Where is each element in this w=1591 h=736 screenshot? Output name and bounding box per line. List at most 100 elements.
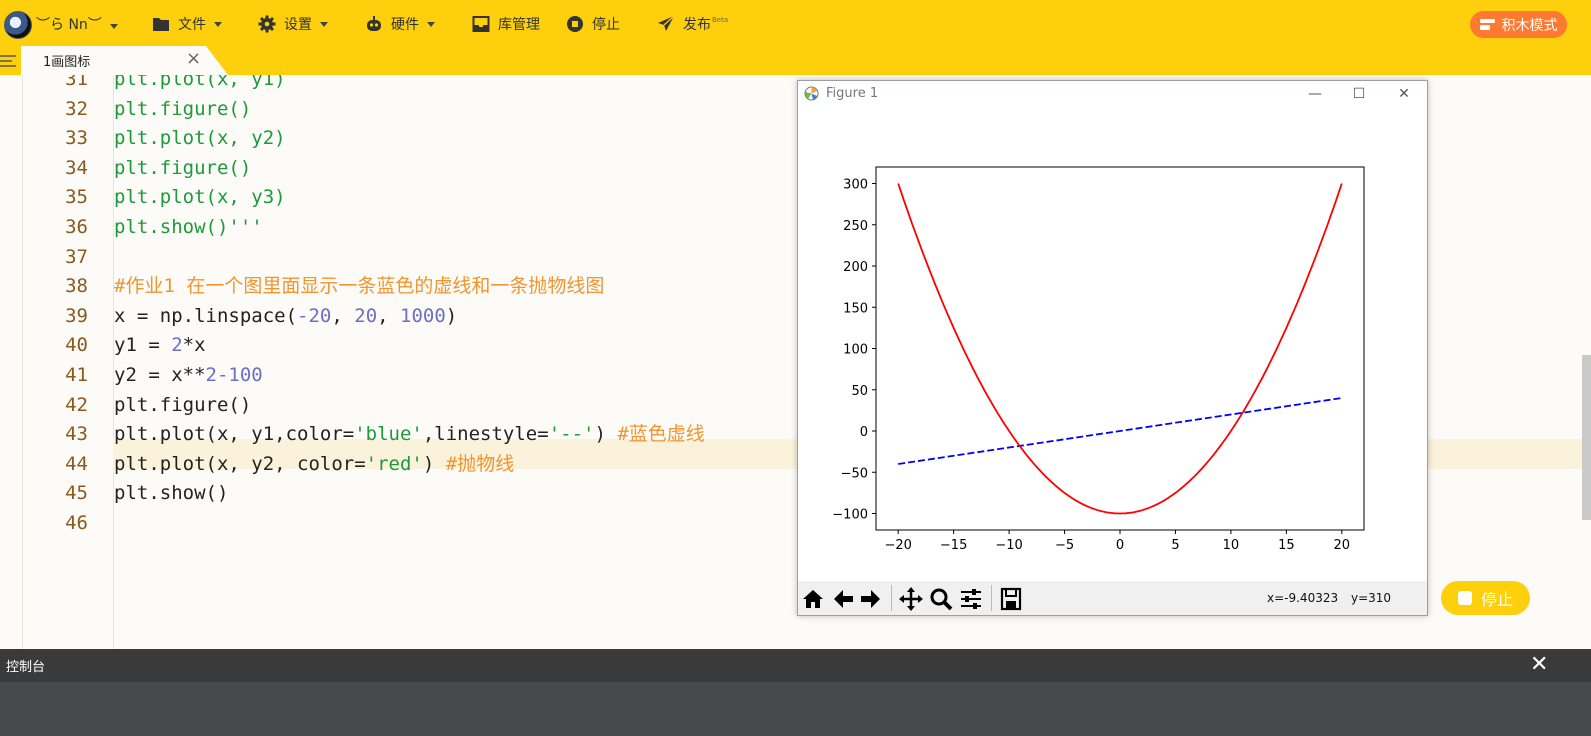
- library-icon: [472, 16, 490, 32]
- tab-file-label: 1画图标: [43, 55, 91, 70]
- configure-subplots-icon[interactable]: [958, 586, 984, 612]
- menu-library-label: 库管理: [498, 17, 540, 33]
- beta-badge: Beta: [712, 16, 729, 24]
- gear-icon: [258, 15, 276, 33]
- figure-window[interactable]: Figure 1 — ☐ ✕ −20 −15 −10 −5 0 5 10 15 20 −100 −5…: [797, 80, 1428, 616]
- code-text: plt.plot(x, y2, color='red') #抛物线: [114, 452, 515, 475]
- tab-bar: 1画图标 ×: [0, 46, 1591, 75]
- chevron-down-icon: [214, 21, 222, 27]
- plot-area[interactable]: −20 −15 −10 −5 0 5 10 15 20−100−5005010015020025…: [798, 108, 1427, 582]
- chevron-down-icon: [427, 21, 435, 27]
- code-text: plt.plot(x, y2): [114, 127, 286, 150]
- tab-file[interactable]: 1画图标 ×: [21, 46, 228, 75]
- x-tick-label: 15: [1278, 538, 1295, 553]
- menu-hardware[interactable]: 硬件: [365, 14, 435, 34]
- y-tick-label: 250: [843, 219, 868, 234]
- close-icon[interactable]: ✕: [1389, 83, 1419, 105]
- y-tick-label: 100: [843, 343, 868, 358]
- line-number: 33: [65, 127, 88, 150]
- x-tick-label: 10: [1223, 538, 1240, 553]
- send-icon: [658, 15, 675, 31]
- figure-titlebar[interactable]: Figure 1 — ☐ ✕: [798, 81, 1427, 108]
- chevron-down-icon: [109, 24, 118, 29]
- line-number: 39: [65, 304, 88, 327]
- minimize-icon[interactable]: —: [1300, 83, 1330, 105]
- line-number: 44: [65, 452, 88, 475]
- menu-publish-label: 发布: [683, 17, 711, 33]
- stop-square-icon: [1457, 591, 1472, 605]
- chevron-down-icon: [320, 21, 328, 27]
- x-tick-label: 20: [1334, 538, 1351, 553]
- menu-stop[interactable]: 停止: [566, 14, 620, 34]
- blocks-mode-button[interactable]: 积木模式: [1470, 11, 1567, 38]
- forward-arrow-icon[interactable]: [858, 586, 884, 612]
- line-number: 43: [65, 423, 88, 446]
- menu-publish[interactable]: 发布 Beta: [657, 14, 728, 34]
- matplotlib-logo-icon: [804, 86, 819, 101]
- x-tick-label: −10: [995, 538, 1022, 553]
- folder-icon: [153, 18, 169, 31]
- line-number: 32: [65, 97, 88, 120]
- stop-run-button[interactable]: 停止: [1441, 581, 1530, 615]
- menu-library[interactable]: 库管理: [472, 14, 540, 34]
- avatar[interactable]: [4, 11, 32, 39]
- toolbar-separator: [891, 585, 892, 611]
- line-number: 35: [65, 186, 88, 209]
- code-text: plt.show()''': [114, 216, 263, 238]
- code-text: plt.figure(): [114, 97, 252, 120]
- code-text: plt.plot(x, y1): [114, 75, 286, 90]
- menu-settings[interactable]: 设置: [258, 14, 328, 34]
- x-tick-label: −20: [884, 538, 911, 553]
- blocks-icon: [1479, 19, 1495, 30]
- figure-title: Figure 1: [826, 86, 879, 101]
- zoom-icon[interactable]: [928, 586, 954, 612]
- cursor-x-readout: x=-9.40323: [1267, 591, 1339, 605]
- x-tick-label: 5: [1171, 538, 1179, 553]
- menu-file[interactable]: 文件: [152, 14, 222, 34]
- user-menu[interactable]: ︶ら Nn︶: [36, 14, 118, 34]
- console-header: 控制台 ✕: [0, 649, 1591, 682]
- back-arrow-icon[interactable]: [830, 586, 856, 612]
- close-icon[interactable]: ✕: [1530, 652, 1548, 677]
- code-text: plt.plot(x, y3): [114, 186, 286, 209]
- console-title: 控制台: [6, 660, 46, 675]
- line-number: 38: [65, 275, 88, 298]
- user-name: ︶ら Nn︶: [36, 17, 102, 33]
- blocks-mode-label: 积木模式: [1501, 17, 1558, 34]
- x-tick-label: 0: [1116, 538, 1124, 553]
- robot-icon: [367, 16, 381, 31]
- y-tick-label: 300: [843, 178, 868, 193]
- cursor-y-readout: y=310: [1351, 591, 1392, 605]
- y-tick-label: 150: [843, 301, 868, 316]
- menu-hardware-label: 硬件: [391, 17, 419, 33]
- pan-icon[interactable]: [898, 586, 924, 612]
- y-tick-label: −50: [841, 466, 868, 481]
- figure-toolbar: x=-9.40323 y=310: [798, 581, 1427, 615]
- home-icon[interactable]: [800, 586, 826, 612]
- line-number: 37: [65, 245, 88, 268]
- line-number: 41: [65, 364, 88, 386]
- line-number: 36: [65, 216, 88, 238]
- x-tick-label: −5: [1055, 538, 1074, 553]
- y-tick-label: −100: [832, 508, 868, 523]
- code-text: y1 = 2*x: [114, 334, 206, 357]
- editor-scrollbar[interactable]: [1582, 355, 1591, 520]
- stop-circle-icon: [567, 16, 583, 32]
- menu-settings-label: 设置: [284, 17, 312, 33]
- toolbar-separator: [991, 585, 992, 611]
- line-number: 45: [65, 482, 88, 505]
- maximize-icon[interactable]: ☐: [1344, 83, 1374, 105]
- line-number: 34: [65, 156, 88, 179]
- menu-file-label: 文件: [178, 17, 206, 33]
- y-tick-label: 50: [851, 384, 868, 399]
- line-number: 40: [65, 334, 88, 357]
- save-icon[interactable]: [998, 586, 1024, 612]
- code-text: x = np.linspace(-20, 20, 1000): [114, 304, 458, 327]
- stop-run-label: 停止: [1480, 590, 1513, 609]
- console-output[interactable]: [0, 682, 1591, 736]
- y-tick-label: 0: [860, 425, 868, 440]
- outline-menu-icon[interactable]: [0, 54, 16, 68]
- code-text: plt.plot(x, y1,color='blue',linestyle='-…: [114, 423, 705, 446]
- close-icon[interactable]: ×: [186, 48, 201, 69]
- code-text: y2 = x**2-100: [114, 364, 263, 386]
